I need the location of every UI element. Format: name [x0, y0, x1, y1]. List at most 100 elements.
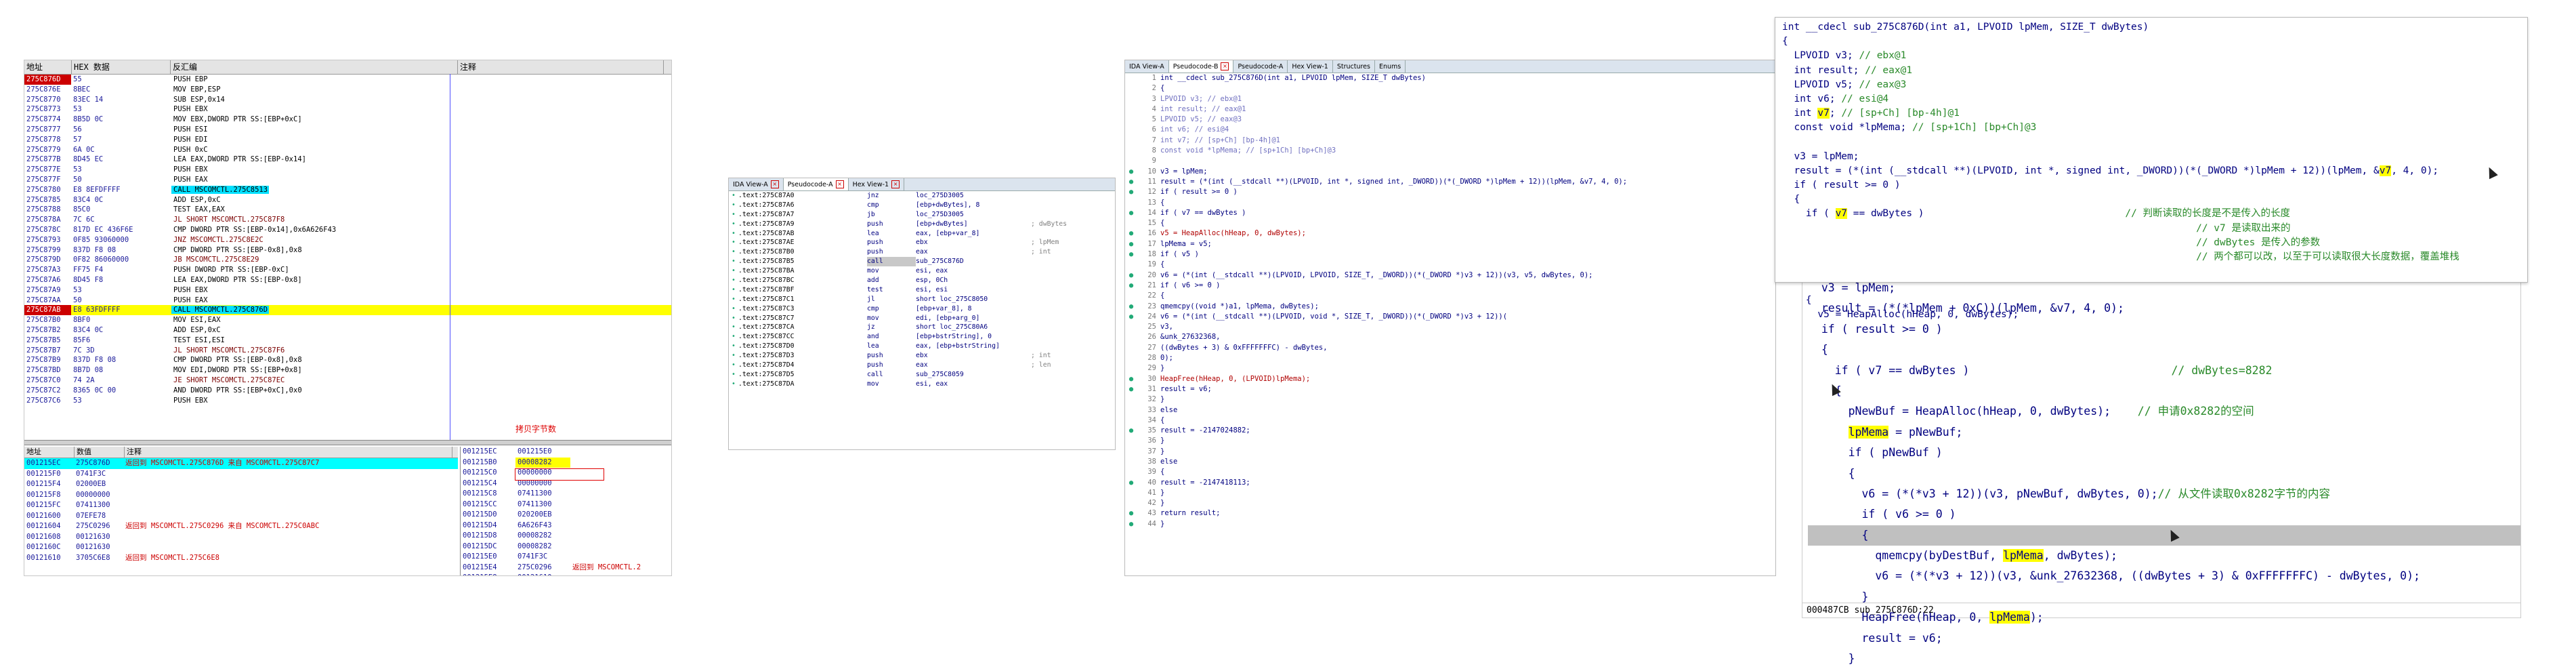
breakpoint-dot-icon[interactable] [1125, 322, 1137, 332]
breakpoint-dot-icon[interactable]: • [729, 380, 738, 389]
stack-row[interactable]: 001215D4 6A626F43 [461, 521, 671, 531]
code-line[interactable] [1775, 264, 2527, 279]
disasm-row[interactable]: 275C87B0 8BF0 MOV ESI,EAX [24, 315, 671, 325]
code-line[interactable]: pNewBuf = HeapAlloc(hHeap, 0, dwBytes); … [1808, 401, 2520, 422]
pseudocode-line[interactable]: ● 18 if ( v5 ) [1125, 249, 1775, 260]
breakpoint-dot-icon[interactable] [1125, 467, 1137, 477]
disasm-row[interactable]: 275C8779 6A 0C PUSH 0xC [24, 145, 671, 155]
breakpoint-dot-icon[interactable] [1125, 457, 1137, 467]
tab-hex-view-1[interactable]: Hex View-1 [1288, 60, 1333, 73]
breakpoint-dot-icon[interactable] [1125, 343, 1137, 353]
pseudocode-line[interactable]: 4 int result; // eax@1 [1125, 104, 1775, 115]
disasm-row[interactable]: 275C8799 837D F8 08 CMP DWORD PTR SS:[EBP-… [24, 245, 671, 256]
disasm-row[interactable]: 275C876E 8BEC MOV EBP,ESP [24, 85, 671, 95]
tab-pseudocode-b[interactable]: Pseudocode-B × [1168, 60, 1234, 73]
pseudocode-line[interactable]: ● 10 v3 = lpMem; [1125, 167, 1775, 177]
code-line[interactable]: if ( v7 == dwBytes ) // dwBytes=8282 [1808, 361, 2520, 381]
stack-row[interactable]: 001215E0 0741F3C [461, 552, 671, 563]
code-line[interactable]: if ( result >= 0 ) [1808, 319, 2520, 340]
breakpoint-dot-icon[interactable] [1125, 83, 1137, 94]
asm-row[interactable]: • .text:275C87B0 push eax ; int [729, 247, 1115, 257]
code-line[interactable]: int v7; // [sp+Ch] [bp-4h]@1 [1775, 106, 2527, 121]
breakpoint-dot-icon[interactable]: ● [1125, 426, 1137, 436]
code-line[interactable]: { [1808, 525, 2520, 546]
code-line[interactable]: LPVOID v3; // ebx@1 [1775, 49, 2527, 63]
asm-row[interactable]: • .text:275C87C3 cmp [ebp+var_8], 8 [729, 304, 1115, 314]
code-line[interactable]: { [1775, 35, 2527, 49]
tab-pseudocode-a[interactable]: Pseudocode-A × [783, 178, 849, 190]
breakpoint-dot-icon[interactable]: ● [1125, 208, 1137, 218]
close-icon[interactable]: × [1221, 62, 1229, 70]
breakpoint-dot-icon[interactable] [1125, 436, 1137, 446]
pseudocode-line[interactable]: ● 20 v6 = (*(int (__stdcall **)(LPVOID, L… [1125, 270, 1775, 281]
breakpoint-dot-icon[interactable]: ● [1125, 302, 1137, 312]
code-line[interactable]: qmemcpy(byDestBuf, lpMema, dwBytes); [1808, 546, 2520, 566]
code-line[interactable]: v6 = (*(*v3 + 12))(v3, &unk_27632368, ((… [1808, 566, 2520, 586]
breakpoint-dot-icon[interactable] [1125, 136, 1137, 146]
breakpoint-dot-icon[interactable]: • [729, 323, 738, 332]
stack-row[interactable]: 001215D0 020200EB [461, 510, 671, 521]
disasm-row[interactable]: 275C87AA 50 PUSH EAX [24, 296, 671, 306]
code-line[interactable]: LPVOID v5; // eax@3 [1775, 78, 2527, 92]
code-line[interactable]: v6 = (*(*v3 + 12))(v3, pNewBuf, dwBytes,… [1808, 484, 2520, 504]
breakpoint-dot-icon[interactable]: ● [1125, 177, 1137, 187]
close-icon[interactable]: × [835, 180, 844, 188]
disasm-row[interactable]: 275C877F 50 PUSH EAX [24, 175, 671, 185]
breakpoint-dot-icon[interactable]: ● [1125, 374, 1137, 384]
breakpoint-dot-icon[interactable] [1125, 94, 1137, 104]
pseudocode-line[interactable]: ● 12 if ( result >= 0 ) [1125, 187, 1775, 197]
breakpoint-dot-icon[interactable] [1125, 125, 1137, 135]
pane-splitter[interactable] [24, 440, 671, 445]
dump-row[interactable]: 001215EC 275C876D 返回到 MSCOMCTL.275C876D 来自… [24, 458, 458, 469]
asm-row[interactable]: • .text:275C87AB lea eax, [ebp+var_8] [729, 229, 1115, 239]
code-line[interactable]: { [1775, 192, 2527, 207]
breakpoint-dot-icon[interactable]: ● [1125, 508, 1137, 519]
pseudocode-line[interactable]: ● 24 v6 = (*(int (__stdcall **)(LPVOID, v… [1125, 312, 1775, 322]
tab-ida-view-a[interactable]: IDA View-A [1125, 60, 1169, 73]
code-line[interactable]: result = (*(int (__stdcall **)(LPVOID, i… [1775, 164, 2527, 178]
stack-row[interactable]: 001215B0 00008282 [461, 457, 671, 468]
pseudocode-line[interactable]: 2{ [1125, 83, 1775, 94]
disasm-row[interactable]: 275C87C0 74 2A JE SHORT MSCOMCTL.275C87EC [24, 376, 671, 386]
breakpoint-dot-icon[interactable] [1125, 498, 1137, 508]
pseudocode-line[interactable]: ● 14 if ( v7 == dwBytes ) [1125, 208, 1775, 218]
code-line[interactable]: } [1808, 649, 2520, 669]
pseudocode-line[interactable]: 9 [1125, 156, 1775, 166]
breakpoint-dot-icon[interactable] [1125, 353, 1137, 363]
breakpoint-dot-icon[interactable]: • [729, 332, 738, 342]
header-comment[interactable]: 注释 [458, 60, 664, 74]
breakpoint-dot-icon[interactable]: • [729, 276, 738, 285]
asm-row[interactable]: • .text:275C87D5 call sub_275C8059 [729, 370, 1115, 380]
asm-row[interactable]: • .text:275C87CC and [ebp+bstrString], 0 [729, 332, 1115, 342]
asm-row[interactable]: • .text:275C87AE push ebx ; lpMem [729, 238, 1115, 247]
breakpoint-dot-icon[interactable]: ● [1125, 478, 1137, 488]
breakpoint-dot-icon[interactable]: ● [1125, 384, 1137, 394]
disasm-row[interactable]: 275C8793 0F85 93060000 JNZ MSCOMCTL.275C8E… [24, 235, 671, 245]
code-line[interactable]: int __cdecl sub_275C876D(int a1, LPVOID … [1775, 20, 2527, 35]
breakpoint-dot-icon[interactable] [1125, 447, 1137, 457]
code-line[interactable]: { [1808, 340, 2520, 360]
breakpoint-dot-icon[interactable] [1125, 146, 1137, 156]
pseudocode-line[interactable]: 26 &unk_27632368, [1125, 332, 1775, 342]
disasm-row[interactable]: 275C879D 0F82 86060000 JB MSCOMCTL.275C8E2… [24, 255, 671, 265]
asm-row[interactable]: • .text:275C87A7 jb loc_275D3005 [729, 210, 1115, 220]
pseudocode-line[interactable]: 38 else [1125, 457, 1775, 467]
dump-header-value[interactable]: 数值 [75, 447, 125, 458]
breakpoint-dot-icon[interactable]: • [729, 295, 738, 304]
breakpoint-dot-icon[interactable] [1125, 332, 1137, 342]
asm-row[interactable]: • .text:275C87BC add esp, 0Ch [729, 276, 1115, 285]
dump-row[interactable]: 001215F0 0741F3C [24, 469, 458, 480]
tab-structures[interactable]: Structures [1333, 60, 1375, 73]
pseudocode-line[interactable]: ● 23 qmemcpy((void *)a1, lpMema, dwBytes)… [1125, 302, 1775, 312]
tab-pseudocode-a[interactable]: Pseudocode-A [1233, 60, 1288, 73]
disasm-row[interactable]: 275C87A9 53 PUSH EBX [24, 285, 671, 296]
disasm-row[interactable]: 275C87BD 8B7D 08 MOV EDI,DWORD PTR SS:[EBP… [24, 365, 671, 376]
breakpoint-dot-icon[interactable] [1125, 218, 1137, 228]
breakpoint-dot-icon[interactable]: • [729, 247, 738, 257]
disasm-row[interactable]: 275C87B9 837D F8 08 CMP DWORD PTR SS:[EBP-… [24, 355, 671, 365]
breakpoint-dot-icon[interactable]: • [729, 191, 738, 201]
dump-row[interactable]: 001215F4 02000EB [24, 479, 458, 490]
stack-row[interactable]: 001215DC 00008282 [461, 542, 671, 552]
stack-row[interactable]: 001215CC 07411300 [461, 500, 671, 510]
breakpoint-dot-icon[interactable]: ● [1125, 312, 1137, 322]
